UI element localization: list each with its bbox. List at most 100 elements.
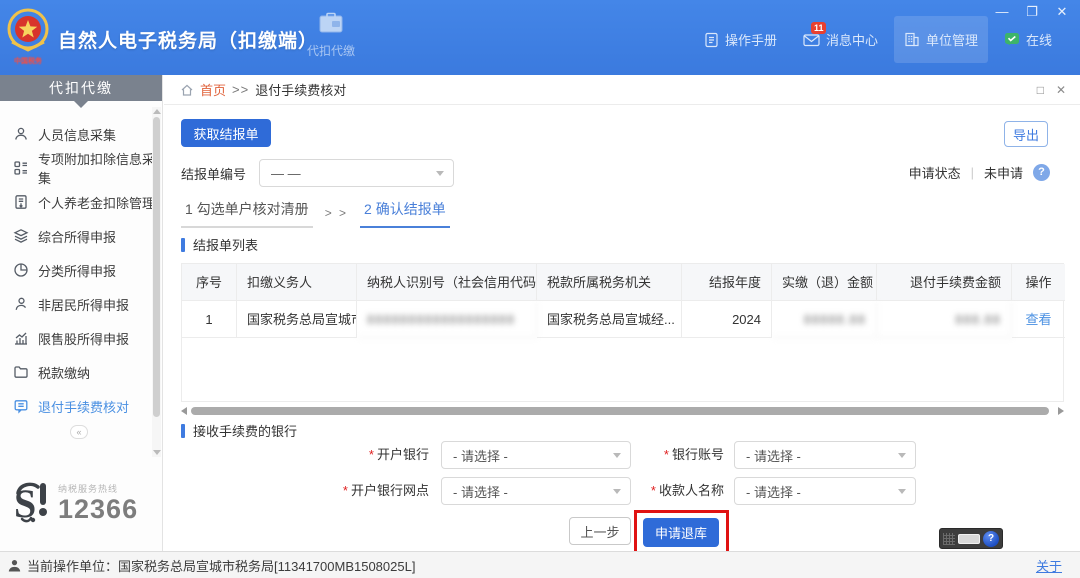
status-value: 未申请 xyxy=(984,163,1023,182)
scroll-up-icon[interactable] xyxy=(153,109,161,114)
pie-chart-icon xyxy=(13,262,29,278)
user-icon xyxy=(8,559,21,572)
step-1-tab[interactable]: 1 勾选单户核对清册 xyxy=(181,199,313,228)
sidebar-collapse-button[interactable]: « xyxy=(70,425,88,439)
inner-close-button[interactable]: ✕ xyxy=(1056,83,1066,97)
application-status: 申请状态 | 未申请 ? xyxy=(909,163,1050,182)
bank-section-title: 接收手续费的银行 xyxy=(181,421,297,440)
nav-unit-management[interactable]: 单位管理 xyxy=(894,16,988,63)
table-header-row: 序号 扣缴义务人 纳税人识别号（社会信用代码） 税款所属税务机关 结报年度 实缴… xyxy=(182,264,1063,301)
restore-button[interactable]: ❐ xyxy=(1024,4,1040,20)
breadcrumb-home-link[interactable]: 首页 xyxy=(200,80,226,99)
step-2-tab[interactable]: 2 确认结报单 xyxy=(360,199,450,228)
layers-icon xyxy=(13,228,29,244)
nav-operation-manual[interactable]: 操作手册 xyxy=(704,30,777,49)
apply-refund-button[interactable]: 申请退库 xyxy=(643,518,719,547)
briefcase-icon xyxy=(318,12,344,34)
select-value: - 请选择 - xyxy=(746,482,801,501)
help-question-icon[interactable]: ? xyxy=(1033,164,1050,181)
sidebar-item-nonresident-income[interactable]: 非居民所得申报 xyxy=(0,287,162,321)
hotline-block: S 纳税服务热线 12366 xyxy=(12,479,138,525)
field-label: 开户银行网点 xyxy=(351,483,429,498)
table-horizontal-scrollbar[interactable] xyxy=(181,406,1064,416)
scroll-left-icon[interactable] xyxy=(181,407,187,415)
section-label: 结报单列表 xyxy=(193,235,258,254)
export-button[interactable]: 导出 xyxy=(1004,121,1048,147)
chevron-down-icon xyxy=(613,489,621,494)
help-sphere-icon[interactable]: ? xyxy=(983,531,999,547)
sidebar-item-label: 综合所得申报 xyxy=(38,227,116,246)
report-list-section-title: 结报单列表 xyxy=(181,235,258,254)
folder-icon xyxy=(13,364,29,380)
sidebar-item-special-deduction[interactable]: 专项附加扣除信息采集 xyxy=(0,151,162,185)
chevron-down-icon xyxy=(613,453,621,458)
cell-year: 2024 xyxy=(682,301,772,338)
sidebar-item-restricted-shares[interactable]: 限售股所得申报 xyxy=(0,321,162,355)
status-label: 申请状态 xyxy=(909,163,961,182)
sidebar-item-pension-deduction[interactable]: 个人养老金扣除管理 xyxy=(0,185,162,219)
cell-taxpayer-id-redacted: 888888888888888888 xyxy=(357,301,537,338)
field-label: 收款人名称 xyxy=(659,483,724,498)
sidebar-item-classified-income[interactable]: 分类所得申报 xyxy=(0,253,162,287)
document-lines-icon xyxy=(13,398,29,414)
sidebar-item-refund-fee-check[interactable]: 退付手续费核对 xyxy=(0,389,162,423)
sidebar-item-label: 人员信息采集 xyxy=(38,125,116,144)
bank-account-select[interactable]: - 请选择 - xyxy=(734,441,916,469)
col-header-authority: 税款所属税务机关 xyxy=(537,264,682,301)
home-icon xyxy=(180,83,194,97)
inner-restore-button[interactable]: □ xyxy=(1037,83,1044,97)
bank-name-select[interactable]: - 请选择 - xyxy=(441,441,631,469)
sidebar-menu: 人员信息采集 专项附加扣除信息采集 个人养老金扣除管理 xyxy=(0,101,162,423)
required-asterisk: * xyxy=(369,447,374,462)
sidebar-scrollbar[interactable] xyxy=(152,107,161,457)
floating-help-widget[interactable]: ? xyxy=(939,528,1003,549)
widget-button[interactable] xyxy=(958,534,980,544)
section-label: 接收手续费的银行 xyxy=(193,421,297,440)
top-nav: 操作手册 11 消息中心 单位管理 xyxy=(704,30,1052,49)
chevron-down-icon xyxy=(898,453,906,458)
bank-branch-select[interactable]: - 请选择 - xyxy=(441,477,631,505)
nav-label: 单位管理 xyxy=(926,30,978,49)
titlebar: 中国税务 自然人电子税务局（扣缴端） 代扣代缴 操作手册 xyxy=(0,0,1080,75)
step-separator: > > xyxy=(325,206,348,228)
nav-message-center[interactable]: 11 消息中心 xyxy=(803,30,878,49)
message-badge: 11 xyxy=(811,22,827,34)
minimize-button[interactable]: — xyxy=(994,4,1010,20)
table-row: 1 国家税务总局宣城市... 888888888888888888 国家税务总局… xyxy=(182,301,1063,338)
sidebar-item-tax-payment[interactable]: 税款缴纳 xyxy=(0,355,162,389)
breadcrumb: 首页 >> 退付手续费核对 □ ✕ xyxy=(164,75,1080,105)
sidebar-item-personnel-info[interactable]: 人员信息采集 xyxy=(0,117,162,151)
person-outline-icon xyxy=(13,296,29,312)
chevron-down-icon xyxy=(898,489,906,494)
bank-account-label: *银行账号 xyxy=(624,441,724,469)
close-button[interactable]: ✕ xyxy=(1054,4,1070,20)
grip-dots-icon xyxy=(943,533,955,545)
tab-withholding[interactable]: 代扣代缴 xyxy=(296,12,366,59)
report-no-label: 结报单编号 xyxy=(181,164,246,183)
fetch-report-button[interactable]: 获取结报单 xyxy=(181,119,271,147)
previous-step-button[interactable]: 上一步 xyxy=(569,517,631,545)
cell-fee-amount-redacted: 888.88 xyxy=(877,301,1012,338)
scrollbar-thumb[interactable] xyxy=(191,407,1049,415)
scroll-down-icon[interactable] xyxy=(153,450,161,455)
col-header-seq: 序号 xyxy=(182,264,237,301)
payee-name-select[interactable]: - 请选择 - xyxy=(734,477,916,505)
payee-name-label: *收款人名称 xyxy=(624,477,724,505)
bar-chart-icon xyxy=(13,330,29,346)
step-tabs: 1 勾选单户核对清册 > > 2 确认结报单 xyxy=(181,199,450,228)
cell-agent: 国家税务总局宣城市... xyxy=(237,301,357,338)
report-no-select[interactable]: — — xyxy=(259,159,454,187)
building-icon xyxy=(904,32,920,47)
required-asterisk: * xyxy=(343,483,348,498)
document-icon xyxy=(704,32,719,48)
scroll-right-icon[interactable] xyxy=(1058,407,1064,415)
sidebar-item-comprehensive-income[interactable]: 综合所得申报 xyxy=(0,219,162,253)
sidebar: 代扣代缴 人员信息采集 专项附加扣除信息采集 xyxy=(0,75,163,551)
select-value: - 请选择 - xyxy=(453,446,508,465)
view-link[interactable]: 查看 xyxy=(1012,301,1065,338)
scrollbar-thumb[interactable] xyxy=(153,117,160,417)
tax-emblem-logo xyxy=(6,6,50,56)
about-link[interactable]: 关于 xyxy=(1036,556,1062,575)
nav-online[interactable]: 在线 xyxy=(1004,30,1052,49)
col-header-taxpayer-id: 纳税人识别号（社会信用代码） xyxy=(357,264,537,301)
